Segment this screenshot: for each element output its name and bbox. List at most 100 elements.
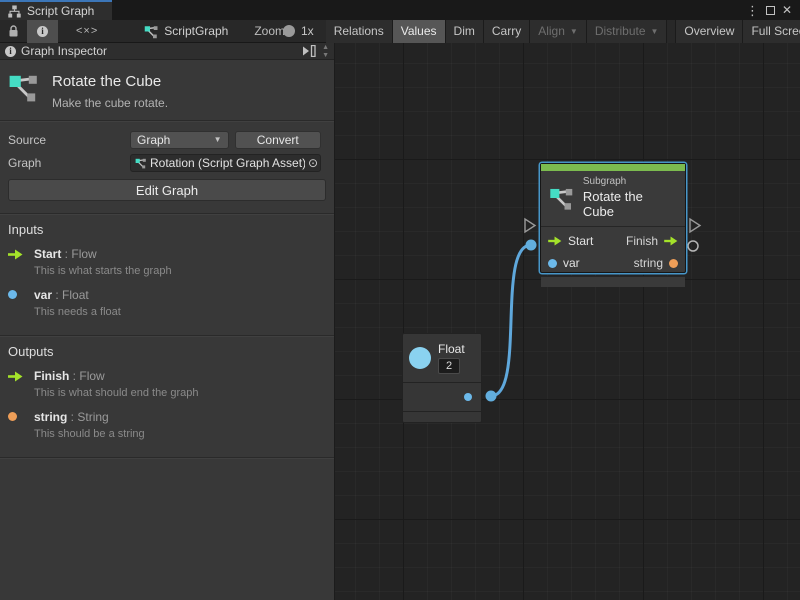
titlebar: Script Graph ⋮ ✕	[0, 0, 800, 20]
node-footer	[541, 276, 685, 287]
inputs-title: Inputs	[8, 222, 326, 237]
output-port-finish: Finish : Flow This is what should end th…	[8, 369, 326, 399]
spinner-up-icon: ▲	[322, 44, 329, 51]
flow-arrow-icon	[664, 236, 678, 246]
graph-object-value: Rotation (Script Graph Asset)	[150, 156, 305, 170]
zoom-label: Zoom	[254, 24, 285, 38]
var-input-port[interactable]: var	[548, 256, 580, 270]
distribute-button[interactable]: Distribute▼	[587, 20, 667, 43]
script-graph-icon	[549, 185, 575, 211]
flow-arrow-icon	[8, 247, 24, 277]
lock-button[interactable]	[0, 20, 27, 43]
flow-input-connector-icon[interactable]	[525, 219, 535, 232]
inspector-toggle-button[interactable]: i	[27, 20, 58, 43]
overview-button[interactable]: Overview	[676, 20, 742, 43]
dock-panel-icon[interactable]	[302, 45, 316, 57]
graph-title: Rotate the Cube	[52, 73, 168, 90]
input-port-start: Start : Flow This is what starts the gra…	[8, 247, 326, 277]
tab-script-graph[interactable]: Script Graph	[0, 0, 112, 20]
finish-output-port[interactable]: Finish	[626, 234, 678, 248]
node-kind-label: Subgraph	[583, 176, 677, 187]
panel-spinner[interactable]: ▲ ▼	[322, 44, 329, 59]
wire-source-dot[interactable]	[486, 391, 497, 402]
source-dropdown[interactable]: Graph ▼	[130, 131, 229, 149]
source-label: Source	[8, 133, 130, 147]
connection-layer	[335, 43, 800, 600]
input-port-var: var : Float This needs a float	[8, 288, 326, 318]
string-output-port[interactable]: string	[634, 256, 678, 270]
graph-subtitle: Make the cube rotate.	[52, 96, 168, 110]
float-node[interactable]: Float	[402, 333, 482, 423]
node-highlight-bar	[541, 164, 685, 171]
graph-name-label: ScriptGraph	[164, 24, 228, 38]
value-output-connector-icon[interactable]	[688, 241, 698, 251]
dim-button[interactable]: Dim	[446, 20, 483, 43]
script-graph-icon	[144, 24, 159, 39]
zoom-value: 1x	[301, 24, 314, 38]
script-graph-icon	[8, 71, 40, 103]
object-picker-icon[interactable]: ⊙	[308, 156, 318, 170]
maximize-icon[interactable]	[766, 6, 775, 15]
tab-label: Script Graph	[27, 4, 94, 18]
graph-toolbar: i <×> ScriptGraph Zoom 1x Relations Valu…	[0, 20, 800, 43]
start-input-port[interactable]: Start	[548, 234, 593, 248]
inspector-title: Graph Inspector	[21, 44, 107, 58]
flow-arrow-icon	[8, 369, 24, 399]
wire-target-dot[interactable]	[526, 240, 537, 251]
graph-title-card: Rotate the Cube Make the cube rotate.	[0, 60, 334, 120]
graph-object-field[interactable]: Rotation (Script Graph Asset) ⊙	[130, 154, 321, 172]
inspector-header: i Graph Inspector ▲ ▼	[0, 43, 334, 60]
flow-arrow-icon	[548, 236, 562, 246]
fullscreen-button[interactable]: Full Screen	[743, 20, 800, 43]
outputs-section: Outputs Finish : Flow This is what shoul…	[0, 336, 334, 457]
float-port-icon	[548, 259, 557, 268]
inputs-section: Inputs Start : Flow This is what starts …	[0, 214, 334, 335]
node-title: Rotate the Cube	[583, 189, 677, 219]
node-footer	[403, 411, 481, 421]
spinner-down-icon: ▼	[322, 52, 329, 59]
code-icon: <×>	[64, 25, 110, 37]
chevron-down-icon: ▼	[570, 27, 578, 36]
divider	[0, 457, 334, 458]
float-to-var-wire[interactable]	[491, 245, 531, 396]
float-node-title: Float	[438, 342, 465, 356]
info-icon: i	[5, 46, 16, 57]
string-port-icon	[669, 259, 678, 268]
chevron-down-icon: ▼	[214, 135, 222, 144]
float-output-port[interactable]	[464, 393, 472, 401]
output-port-string: string : String This should be a string	[8, 410, 326, 440]
convert-button[interactable]: Convert	[235, 131, 322, 149]
flow-output-connector-icon[interactable]	[690, 219, 700, 232]
align-button[interactable]: Align▼	[530, 20, 586, 43]
graph-breadcrumb[interactable]: ScriptGraph	[144, 24, 228, 39]
values-button[interactable]: Values	[393, 20, 445, 43]
graph-canvas[interactable]: Subgraph Rotate the Cube Start Finish	[335, 43, 800, 600]
script-graph-icon	[135, 157, 147, 169]
window-controls: ⋮ ✕	[746, 0, 800, 20]
toolbar-button-group: Relations Values Dim Carry Align▼ Distri…	[326, 20, 800, 43]
toolbar-gap	[667, 20, 675, 43]
float-value-input[interactable]	[438, 358, 460, 374]
graph-field-label: Graph	[8, 156, 130, 170]
chevron-down-icon: ▼	[651, 27, 659, 36]
carry-button[interactable]: Carry	[484, 20, 529, 43]
graph-settings-form: Source Graph ▼ Convert Graph Rotation (	[0, 121, 334, 172]
generated-code-button[interactable]: <×>	[58, 20, 116, 43]
close-icon[interactable]: ✕	[782, 4, 792, 16]
float-type-icon	[409, 347, 431, 369]
float-node-body	[403, 382, 481, 411]
subgraph-ports: Start Finish var string	[541, 226, 685, 276]
float-node-header[interactable]: Float	[403, 334, 481, 382]
edit-graph-button[interactable]: Edit Graph	[8, 179, 326, 201]
zoom-slider-handle[interactable]	[283, 25, 295, 37]
outputs-title: Outputs	[8, 344, 326, 359]
script-graph-window: Script Graph ⋮ ✕ i <×>	[0, 0, 800, 600]
window-menu-icon[interactable]: ⋮	[746, 4, 759, 17]
graph-hierarchy-icon	[8, 5, 21, 18]
subgraph-node[interactable]: Subgraph Rotate the Cube Start Finish	[540, 163, 686, 273]
subgraph-node-header[interactable]: Subgraph Rotate the Cube	[541, 171, 685, 226]
source-dropdown-value: Graph	[137, 133, 170, 147]
string-port-icon	[8, 410, 24, 440]
info-icon: i	[37, 26, 48, 37]
relations-button[interactable]: Relations	[326, 20, 392, 43]
